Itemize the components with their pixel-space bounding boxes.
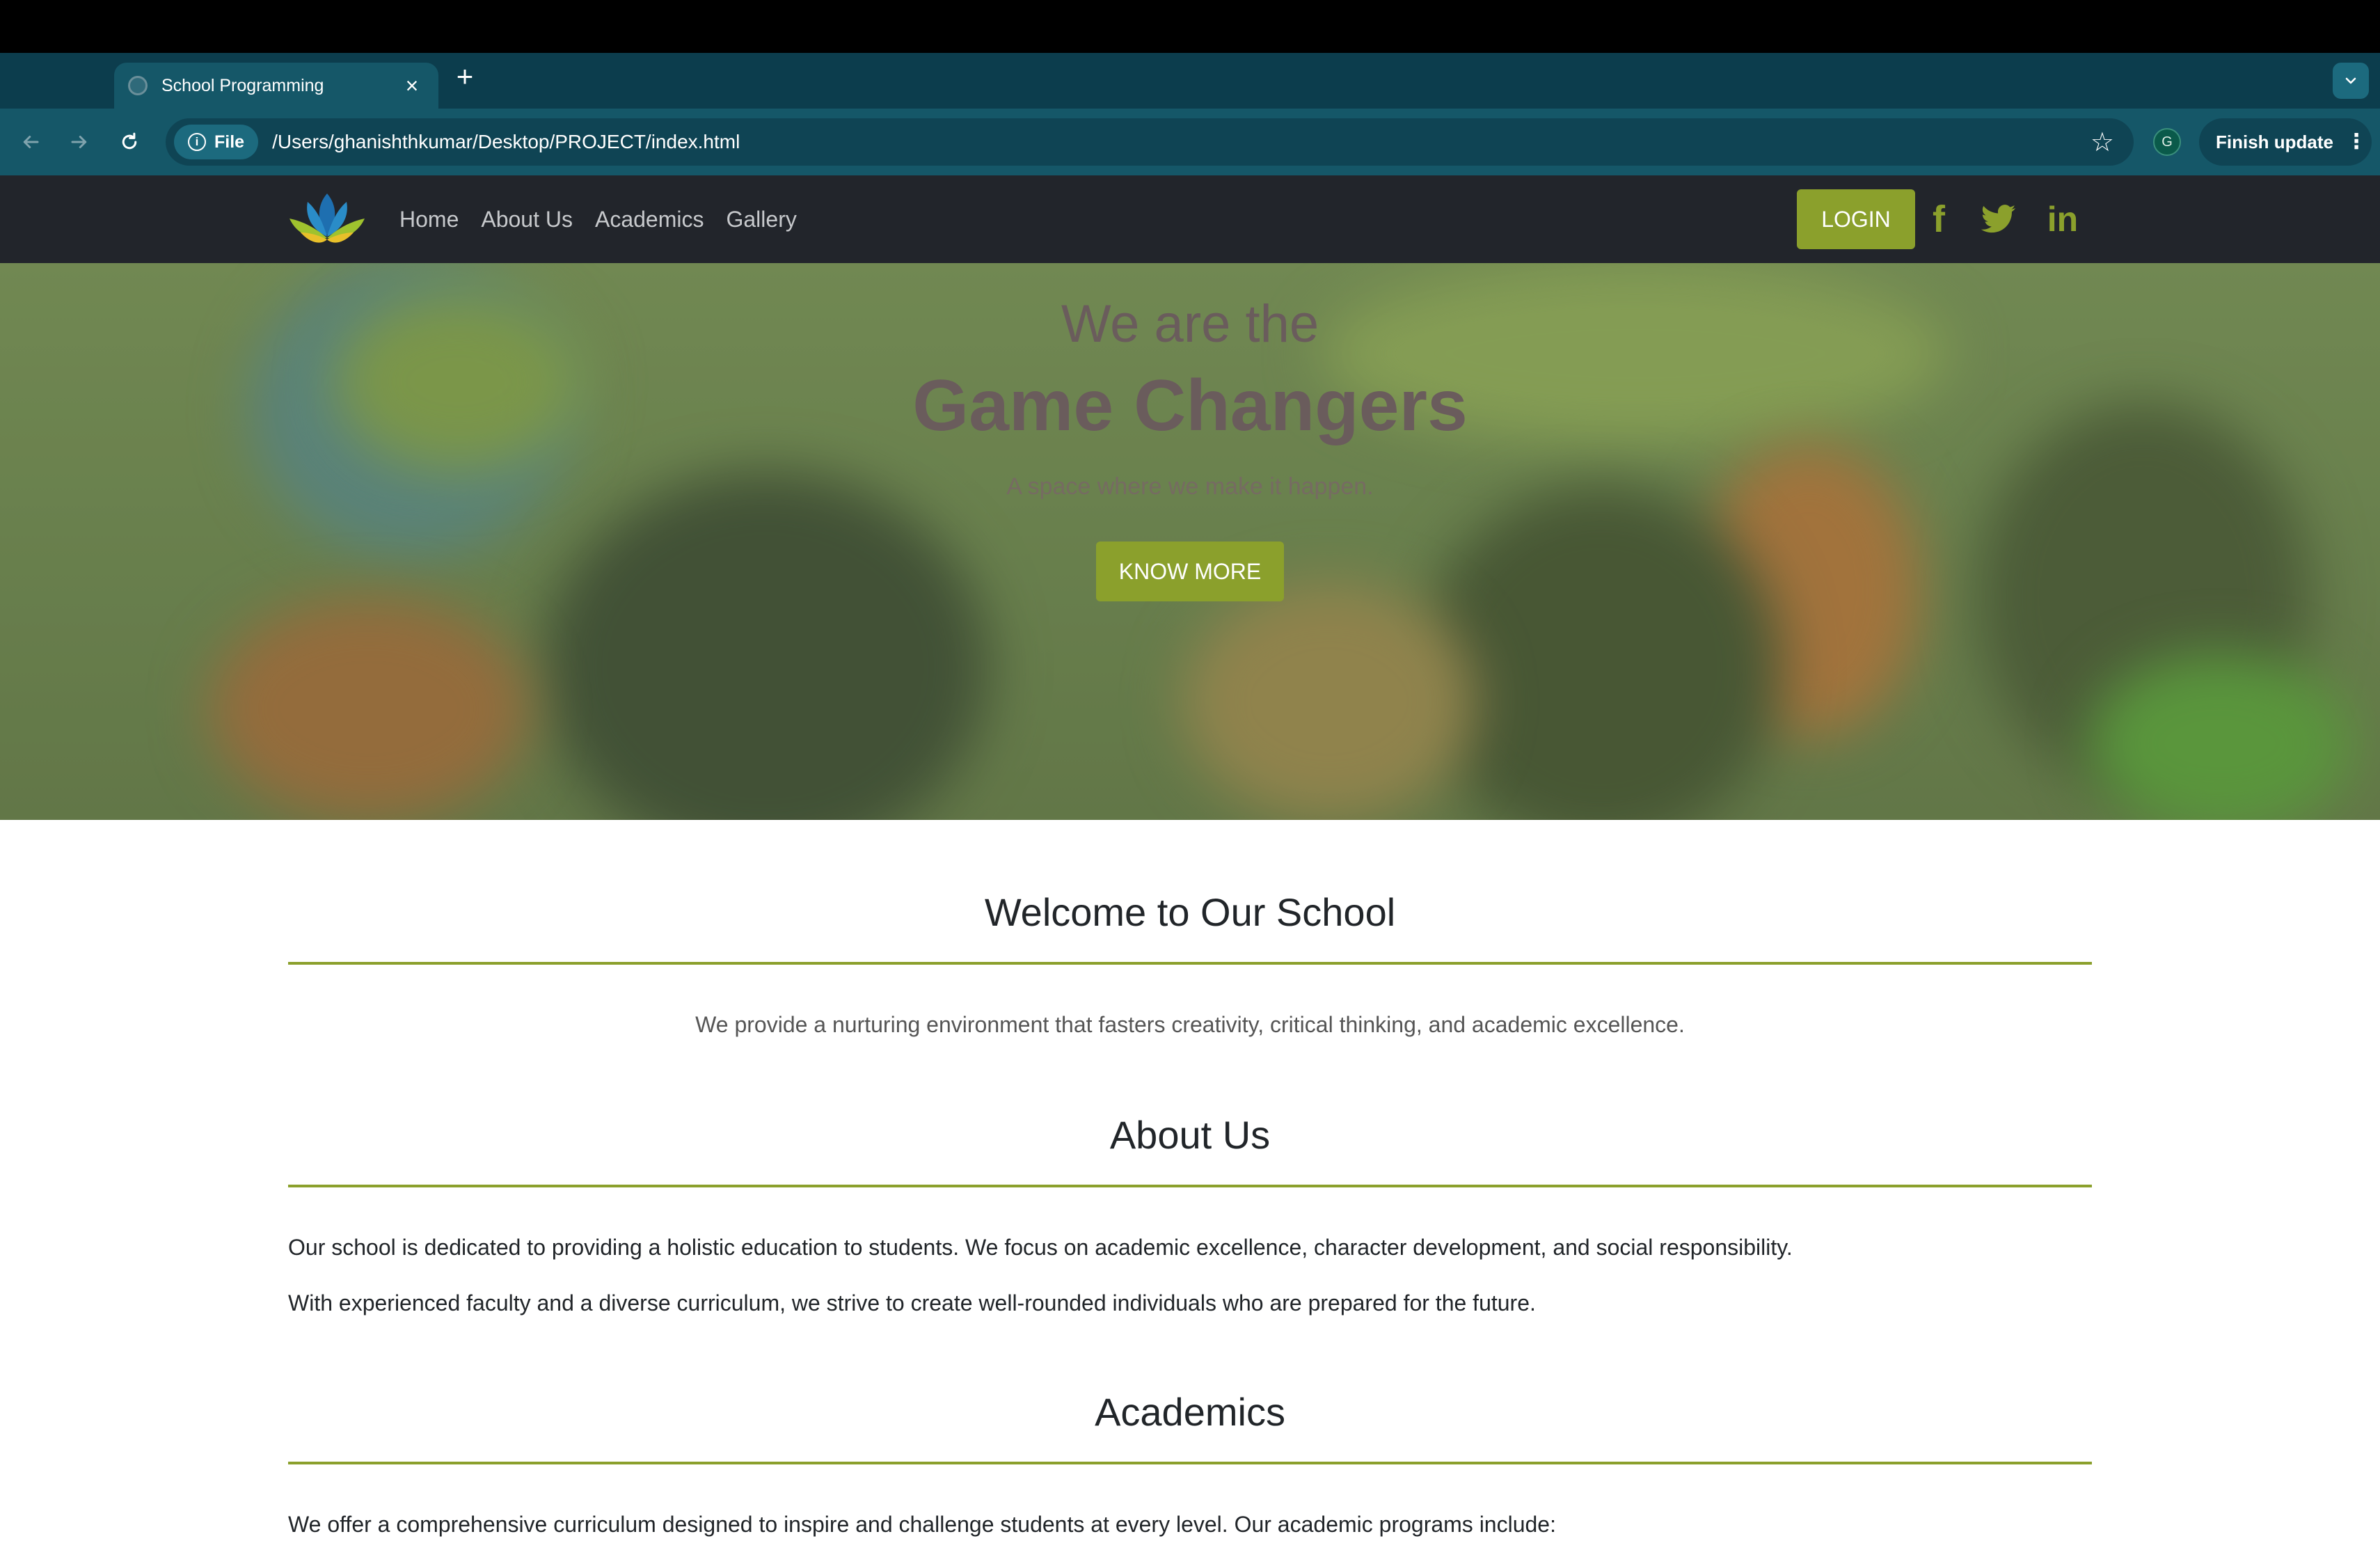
tab-search-button[interactable] xyxy=(2333,63,2369,99)
hero-content: We are the Game Changers A space where w… xyxy=(0,263,2380,820)
os-menu-bar xyxy=(0,0,2380,53)
about-paragraph-2: With experienced faculty and a diverse c… xyxy=(288,1290,1536,1315)
bookmark-star-icon[interactable]: ☆ xyxy=(2091,127,2114,158)
site-info-chip[interactable]: i File xyxy=(174,125,259,159)
file-chip-label: File xyxy=(214,132,245,152)
facebook-icon[interactable]: f xyxy=(1926,196,1951,242)
hero-subtitle: A space where we make it happen. xyxy=(1006,473,1374,500)
browser-tab[interactable]: School Programming × xyxy=(114,63,438,109)
main-menu: Home About Us Academics Gallery xyxy=(399,175,819,263)
about-paragraph-1: Our school is dedicated to providing a h… xyxy=(288,1235,1793,1260)
close-tab-icon[interactable]: × xyxy=(399,74,425,97)
browser-tabstrip: School Programming × xyxy=(0,53,2380,109)
nav-gallery[interactable]: Gallery xyxy=(726,207,796,232)
know-more-button[interactable]: KNOW MORE xyxy=(1096,542,1284,601)
linkedin-icon[interactable]: in xyxy=(2042,196,2084,242)
profile-avatar[interactable]: G xyxy=(2153,128,2181,156)
finish-update-label: Finish update xyxy=(2216,131,2333,152)
academics-paragraph-1: We offer a comprehensive curriculum desi… xyxy=(288,1512,1556,1537)
login-button[interactable]: LOGIN xyxy=(1797,189,1915,249)
tab-title: School Programming xyxy=(161,75,324,95)
welcome-text: We provide a nurturing environment that … xyxy=(695,1012,1685,1037)
url-text[interactable]: /Users/ghanishthkumar/Desktop/PROJECT/in… xyxy=(272,131,2091,153)
hero-pre-title: We are the xyxy=(1061,294,1319,354)
site-navbar: Home About Us Academics Gallery LOGIN f … xyxy=(0,175,2380,263)
reload-button[interactable] xyxy=(111,124,148,160)
about-heading: About Us xyxy=(1109,1113,1271,1157)
kebab-menu-icon: ⋮ xyxy=(2346,130,2367,153)
nav-home[interactable]: Home xyxy=(399,207,459,232)
lotus-logo-icon xyxy=(289,193,365,243)
section-divider xyxy=(288,962,2092,965)
info-icon: i xyxy=(188,133,206,151)
hero-banner: We are the Game Changers A space where w… xyxy=(0,263,2380,820)
chevron-down-icon xyxy=(2345,77,2356,84)
browser-toolbar: i File /Users/ghanishthkumar/Desktop/PRO… xyxy=(0,109,2380,175)
hero-title: Game Changers xyxy=(912,365,1468,446)
nav-about-us[interactable]: About Us xyxy=(481,207,573,232)
reload-icon xyxy=(122,132,137,150)
twitter-bird-shape xyxy=(1981,205,2016,233)
section-divider xyxy=(288,1185,2092,1187)
section-divider xyxy=(288,1462,2092,1464)
globe-icon xyxy=(128,76,148,95)
finish-update-button[interactable]: Finish update ⋮ xyxy=(2199,118,2372,166)
twitter-icon[interactable] xyxy=(1979,196,2018,242)
back-button[interactable] xyxy=(13,124,49,160)
welcome-heading: Welcome to Our School xyxy=(984,890,1396,934)
arrow-right-icon xyxy=(71,136,87,148)
new-tab-button[interactable]: + xyxy=(451,62,479,93)
arrow-left-icon xyxy=(23,136,39,148)
address-bar[interactable]: i File /Users/ghanishthkumar/Desktop/PRO… xyxy=(166,118,2134,166)
forward-button[interactable] xyxy=(61,124,97,160)
nav-academics[interactable]: Academics xyxy=(595,207,704,232)
academics-heading: Academics xyxy=(1095,1390,1285,1434)
